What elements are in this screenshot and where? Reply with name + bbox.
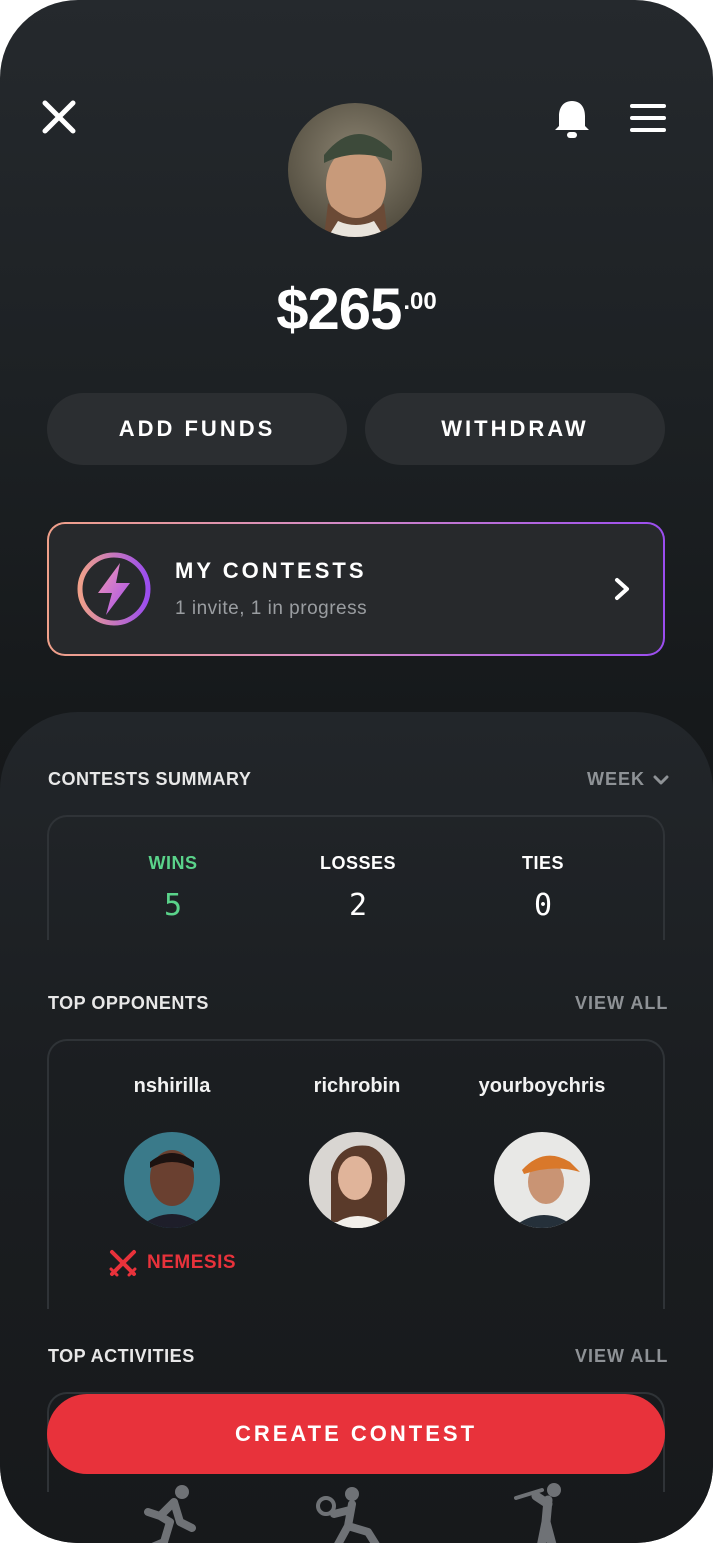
create-contest-button[interactable]: CREATE CONTEST xyxy=(47,1394,665,1474)
my-contests-card-body: MY CONTESTS 1 invite, 1 in progress xyxy=(49,524,663,654)
stat-value: 0 xyxy=(533,888,553,923)
opponent-card[interactable]: nshirilla xyxy=(82,1075,262,1228)
lightning-bolt-icon xyxy=(76,551,152,627)
stat-label: WINS xyxy=(148,853,198,873)
top-opponents-title: TOP OPPONENTS xyxy=(48,993,209,1013)
opponents-box: nshirilla NEMESIS richrobin yourboychris xyxy=(47,1039,665,1309)
opponent-card[interactable]: yourboychris xyxy=(452,1075,632,1228)
my-contests-card[interactable]: MY CONTESTS 1 invite, 1 in progress xyxy=(47,522,665,656)
nemesis-badge: NEMESIS xyxy=(109,1249,236,1277)
opponent-avatar[interactable] xyxy=(309,1132,405,1228)
top-bar xyxy=(0,0,713,250)
opponent-avatar[interactable] xyxy=(124,1132,220,1228)
golf-icon[interactable] xyxy=(506,1482,586,1543)
top-activities-title: TOP ACTIVITIES xyxy=(48,1346,195,1366)
stat-label: TIES xyxy=(521,853,564,873)
profile-avatar[interactable] xyxy=(288,103,422,237)
chevron-right-icon xyxy=(611,576,633,602)
crossed-swords-icon xyxy=(109,1250,137,1277)
period-label: WEEK xyxy=(587,769,645,789)
withdraw-button[interactable]: WITHDRAW xyxy=(365,393,665,465)
balance-amount: $265 xyxy=(276,277,402,342)
app-screen: $265.00 ADD FUNDS WITHDRAW MY CONTESTS 1… xyxy=(0,0,713,1543)
add-funds-button[interactable]: ADD FUNDS xyxy=(47,393,347,465)
my-contests-subtitle: 1 invite, 1 in progress xyxy=(175,598,368,619)
stat-label: LOSSES xyxy=(319,853,397,873)
opponent-name: richrobin xyxy=(313,1075,401,1097)
stat-value: 5 xyxy=(163,888,183,923)
opponents-view-all-link[interactable]: VIEW ALL xyxy=(575,993,668,1014)
balance-cents: .00 xyxy=(403,288,437,315)
close-icon[interactable] xyxy=(38,96,80,138)
stat-value: 2 xyxy=(348,888,368,923)
stat-wins: WINS 5 xyxy=(93,853,253,923)
activity-icons-row xyxy=(0,1482,713,1543)
opponent-avatar[interactable] xyxy=(494,1132,590,1228)
stat-ties: TIES 0 xyxy=(463,853,623,923)
opponent-card[interactable]: richrobin xyxy=(267,1075,447,1228)
stat-losses: LOSSES 2 xyxy=(278,853,438,923)
period-dropdown[interactable]: WEEK xyxy=(587,769,669,790)
nemesis-label: NEMESIS xyxy=(147,1252,237,1273)
bell-icon[interactable] xyxy=(553,98,591,140)
my-contests-title: MY CONTESTS xyxy=(175,558,367,583)
running-icon[interactable] xyxy=(130,1482,210,1543)
balance-display: $265.00 xyxy=(0,276,713,343)
activities-view-all-link[interactable]: VIEW ALL xyxy=(575,1346,668,1367)
summary-box: WINS 5 LOSSES 2 TIES 0 xyxy=(47,815,665,940)
contests-summary-title: CONTESTS SUMMARY xyxy=(48,769,252,789)
pickleball-icon[interactable] xyxy=(312,1482,392,1543)
hamburger-menu-icon[interactable] xyxy=(626,100,670,136)
chevron-down-icon xyxy=(653,775,669,784)
opponent-name: yourboychris xyxy=(478,1075,606,1097)
opponent-name: nshirilla xyxy=(133,1075,211,1097)
